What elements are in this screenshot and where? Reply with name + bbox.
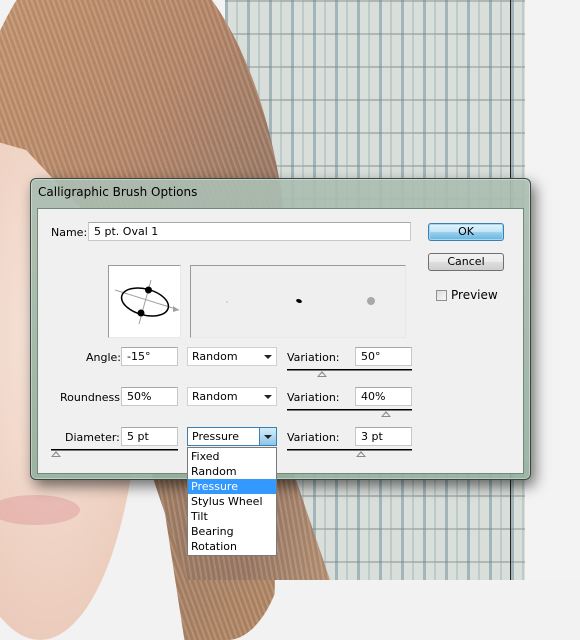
- angle-variation-slider[interactable]: [287, 369, 412, 371]
- cancel-button[interactable]: Cancel: [428, 253, 504, 271]
- preview-label: Preview: [451, 288, 498, 302]
- angle-variation-label: Variation:: [287, 351, 340, 364]
- roundness-label: Roundness:: [60, 391, 124, 404]
- sample-min-dot: [226, 301, 228, 303]
- roundness-input[interactable]: 50%: [121, 387, 178, 406]
- preview-checkbox[interactable]: [436, 290, 447, 301]
- roundness-mode-value: Random: [192, 390, 238, 403]
- dropdown-option-tilt[interactable]: Tilt: [188, 509, 276, 524]
- dropdown-option-stylus-wheel[interactable]: Stylus Wheel: [188, 494, 276, 509]
- dialog-title[interactable]: Calligraphic Brush Options: [38, 185, 197, 199]
- name-input[interactable]: 5 pt. Oval 1: [88, 222, 411, 241]
- diameter-slider-thumb[interactable]: [51, 451, 61, 457]
- roundness-variation-slider-thumb[interactable]: [381, 411, 391, 417]
- diameter-input[interactable]: 5 pt: [121, 427, 178, 446]
- angle-mode-select[interactable]: Random: [187, 347, 277, 366]
- sample-current-dot: [296, 299, 302, 303]
- chevron-down-icon[interactable]: [259, 428, 276, 445]
- dropdown-option-random[interactable]: Random: [188, 464, 276, 479]
- diameter-mode-select[interactable]: Pressure: [187, 427, 277, 446]
- brush-variation-preview: [190, 265, 406, 338]
- angle-input[interactable]: -15°: [121, 347, 178, 366]
- roundness-mode-select[interactable]: Random: [187, 387, 277, 406]
- diameter-variation-input[interactable]: 3 pt: [355, 427, 412, 446]
- chevron-down-icon[interactable]: [260, 348, 276, 365]
- brush-shape-preview[interactable]: [108, 265, 181, 338]
- diameter-variation-slider-thumb[interactable]: [356, 451, 366, 457]
- angle-variation-slider-thumb[interactable]: [317, 371, 327, 377]
- roundness-variation-input[interactable]: 40%: [355, 387, 412, 406]
- angle-label: Angle:: [86, 351, 122, 364]
- dropdown-option-fixed[interactable]: Fixed: [188, 449, 276, 464]
- roundness-variation-slider[interactable]: [287, 409, 412, 411]
- name-label: Name:: [51, 226, 88, 239]
- brush-ellipse-icon: [114, 279, 180, 325]
- angle-mode-value: Random: [192, 350, 238, 363]
- dropdown-option-pressure[interactable]: Pressure: [188, 479, 276, 494]
- background-canvas-edge: [525, 0, 580, 580]
- diameter-mode-value: Pressure: [192, 430, 239, 443]
- diameter-slider[interactable]: [51, 449, 178, 451]
- dropdown-option-rotation[interactable]: Rotation: [188, 539, 276, 554]
- diameter-mode-dropdown-list: Fixed Random Pressure Stylus Wheel Tilt …: [187, 447, 277, 556]
- diameter-label: Diameter:: [65, 431, 120, 444]
- brush-sample-dots: [226, 297, 375, 305]
- dropdown-option-bearing[interactable]: Bearing: [188, 524, 276, 539]
- diameter-variation-slider[interactable]: [287, 449, 412, 451]
- sample-max-dot: [367, 297, 375, 305]
- roundness-variation-label: Variation:: [287, 391, 340, 404]
- chevron-down-icon[interactable]: [260, 388, 276, 405]
- diameter-variation-label: Variation:: [287, 431, 340, 444]
- ok-button[interactable]: OK: [428, 223, 504, 241]
- angle-variation-input[interactable]: 50°: [355, 347, 412, 366]
